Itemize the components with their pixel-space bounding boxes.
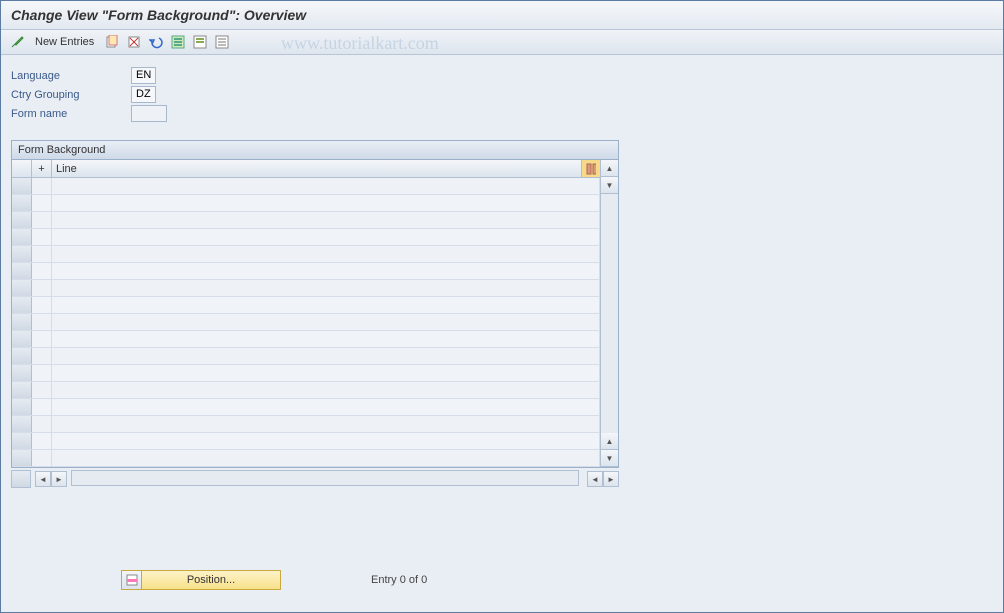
watermark-text: www.tutorialkart.com xyxy=(281,33,439,54)
table-row[interactable] xyxy=(12,229,600,246)
undo-icon[interactable] xyxy=(148,34,164,50)
ctry-grouping-value[interactable]: DZ xyxy=(131,86,156,103)
grid-header: + Line xyxy=(12,160,600,178)
scroll-up2-icon[interactable]: ▲ xyxy=(601,433,618,450)
table-row[interactable] xyxy=(12,314,600,331)
table-container: Form Background + Line xyxy=(11,140,619,488)
table-row[interactable] xyxy=(12,382,600,399)
scroll-down-icon[interactable]: ▼ xyxy=(601,177,618,194)
scroll-up-icon[interactable]: ▲ xyxy=(601,160,618,177)
position-icon xyxy=(122,571,142,589)
table-row[interactable] xyxy=(12,297,600,314)
page-title: Change View "Form Background": Overview xyxy=(11,7,993,23)
language-label: Language xyxy=(11,70,131,82)
scroll-left-icon[interactable]: ◄ xyxy=(35,471,51,487)
table-row[interactable] xyxy=(12,348,600,365)
position-button[interactable]: Position... xyxy=(121,570,281,590)
select-block-icon[interactable] xyxy=(192,34,208,50)
position-label: Position... xyxy=(142,574,280,586)
table-row[interactable] xyxy=(12,280,600,297)
scroll-left2-icon[interactable]: ◄ xyxy=(587,471,603,487)
field-row-language: Language EN xyxy=(11,67,993,84)
vertical-scrollbar[interactable]: ▲ ▼ ▲ ▼ xyxy=(600,160,618,467)
table-row[interactable] xyxy=(12,416,600,433)
scroll-right-icon[interactable]: ► xyxy=(51,471,67,487)
table-row[interactable] xyxy=(12,450,600,467)
horizontal-scrollbar[interactable]: ◄ ► ◄ ► xyxy=(11,470,619,488)
hscroll-track[interactable] xyxy=(71,470,579,486)
table-row[interactable] xyxy=(12,433,600,450)
table-row[interactable] xyxy=(12,246,600,263)
deselect-all-icon[interactable] xyxy=(214,34,230,50)
scroll-right2-icon[interactable]: ► xyxy=(603,471,619,487)
grid-body xyxy=(12,178,600,467)
hscroll-lead xyxy=(11,470,31,488)
table-row[interactable] xyxy=(12,212,600,229)
col-plus-header[interactable]: + xyxy=(32,160,52,177)
field-row-ctry-grouping: Ctry Grouping DZ xyxy=(11,86,993,103)
table-row[interactable] xyxy=(12,331,600,348)
toolbar: New Entries www.tutorialkart.com xyxy=(1,30,1003,55)
table-row[interactable] xyxy=(12,178,600,195)
table-row[interactable] xyxy=(12,365,600,382)
form-name-label: Form name xyxy=(11,108,131,120)
table-row[interactable] xyxy=(12,195,600,212)
entry-status: Entry 0 of 0 xyxy=(371,574,427,586)
field-row-form-name: Form name xyxy=(11,105,993,122)
title-bar: Change View "Form Background": Overview xyxy=(1,1,1003,30)
table-row[interactable] xyxy=(12,263,600,280)
table-row[interactable] xyxy=(12,399,600,416)
column-config-icon[interactable] xyxy=(582,160,600,177)
ctry-grouping-label: Ctry Grouping xyxy=(11,89,131,101)
col-line-header[interactable]: Line xyxy=(52,160,582,177)
footer: Position... Entry 0 of 0 xyxy=(121,570,427,590)
language-value[interactable]: EN xyxy=(131,67,156,84)
select-all-icon[interactable] xyxy=(170,34,186,50)
delete-icon[interactable] xyxy=(126,34,142,50)
scroll-track[interactable] xyxy=(601,194,618,433)
copy-icon[interactable] xyxy=(104,34,120,50)
toggle-display-icon[interactable] xyxy=(9,34,25,50)
content-area: Language EN Ctry Grouping DZ Form name F… xyxy=(1,55,1003,500)
grid: + Line xyxy=(11,159,619,468)
table-title: Form Background xyxy=(11,140,619,159)
col-select-all[interactable] xyxy=(12,160,32,177)
form-name-value[interactable] xyxy=(131,105,167,122)
new-entries-button[interactable]: New Entries xyxy=(31,34,98,50)
scroll-down2-icon[interactable]: ▼ xyxy=(601,450,618,467)
